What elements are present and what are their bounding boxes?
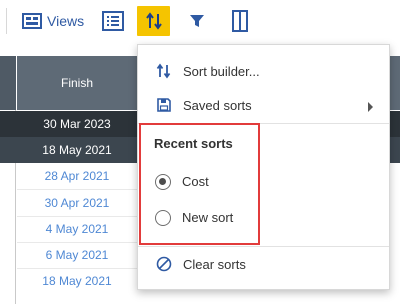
saved-sorts-item[interactable]: Saved sorts — [138, 88, 389, 122]
sort-button[interactable] — [137, 6, 170, 36]
radio-unselected-icon[interactable] — [155, 210, 171, 226]
finish-column-header[interactable]: Finish — [17, 56, 137, 110]
sort-builder-label: Sort builder... — [183, 63, 260, 79]
column-button[interactable] — [226, 6, 254, 36]
finish-cell[interactable]: 4 May 2021 — [17, 216, 137, 242]
sort-icon — [145, 12, 162, 30]
sort-builder-item[interactable]: Sort builder... — [138, 54, 389, 88]
radio-selected-icon[interactable] — [155, 174, 171, 190]
chevron-right-icon — [368, 102, 373, 112]
filter-icon — [190, 15, 204, 27]
toolbar: Views — [0, 0, 400, 42]
recent-sort-label: New sort — [182, 210, 234, 225]
finish-cell[interactable]: 6 May 2021 — [17, 242, 137, 268]
filter-button[interactable] — [183, 7, 211, 35]
list-icon — [102, 11, 124, 31]
column-icon — [232, 10, 248, 32]
finish-cell[interactable]: 30 Apr 2021 — [17, 190, 137, 216]
views-label: Views — [47, 13, 85, 29]
finish-cell[interactable]: 30 Mar 2023 — [17, 111, 137, 137]
finish-cell[interactable]: 18 May 2021 — [17, 268, 137, 294]
sort-menu: Sort builder... Saved sorts Recent sorts… — [137, 44, 390, 290]
views-button[interactable]: Views — [20, 8, 86, 34]
toolbar-divider — [6, 8, 7, 34]
finish-cell[interactable]: 18 May 2021 — [17, 137, 137, 163]
save-icon — [156, 97, 172, 113]
recent-sort-new-sort[interactable]: New sort — [138, 203, 389, 233]
recent-sorts-heading: Recent sorts — [154, 136, 233, 151]
clear-icon — [156, 256, 172, 272]
clear-sorts-item[interactable]: Clear sorts — [138, 247, 389, 281]
sort-icon — [156, 63, 172, 79]
grid-corner — [0, 56, 16, 110]
recent-sort-label: Cost — [182, 174, 209, 189]
saved-sorts-label: Saved sorts — [183, 97, 252, 113]
views-icon — [22, 13, 42, 29]
recent-sort-cost[interactable]: Cost — [138, 167, 389, 197]
finish-cell[interactable]: 28 Apr 2021 — [17, 163, 137, 189]
clear-sorts-label: Clear sorts — [183, 256, 246, 272]
list-view-button[interactable] — [100, 7, 126, 35]
